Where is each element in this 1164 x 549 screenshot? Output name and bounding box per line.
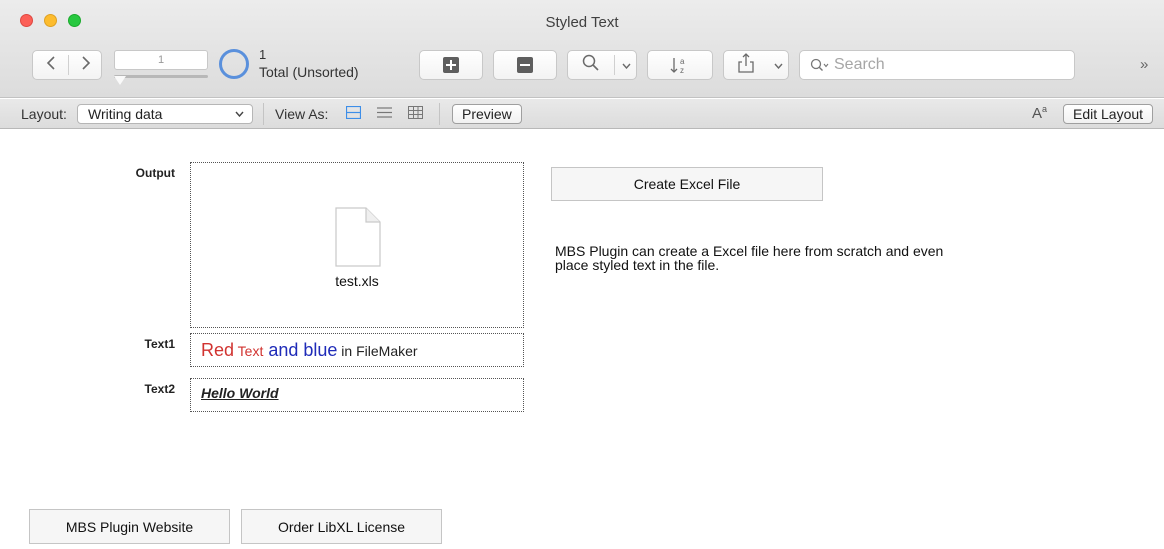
- layout-select[interactable]: Writing data: [77, 104, 253, 124]
- toolbar-overflow-button[interactable]: »: [1140, 56, 1148, 73]
- plus-square-icon: [443, 57, 459, 73]
- share-icon: [738, 52, 754, 73]
- create-excel-file-button[interactable]: Create Excel File: [551, 167, 823, 201]
- form-view-icon[interactable]: [345, 105, 362, 123]
- delete-record-button[interactable]: [493, 50, 557, 80]
- record-slider-track[interactable]: [114, 75, 208, 78]
- layout-select-value: Writing data: [88, 106, 163, 122]
- mbs-plugin-website-button[interactable]: MBS Plugin Website: [29, 509, 230, 544]
- find-button[interactable]: [568, 54, 614, 77]
- chevron-down-icon: [235, 105, 244, 123]
- svg-text:z: z: [680, 66, 684, 75]
- document-file-icon: [335, 207, 381, 267]
- search-icon: [810, 58, 829, 71]
- chevron-left-icon: [46, 55, 55, 70]
- text1-label: Text1: [144, 337, 175, 351]
- order-libxl-license-button[interactable]: Order LibXL License: [241, 509, 442, 544]
- found-status: Total (Unsorted): [259, 64, 359, 80]
- quick-find-search[interactable]: [799, 50, 1075, 80]
- chevron-down-icon: [773, 63, 783, 70]
- text1-red-run: Red: [201, 340, 235, 360]
- chevron-down-icon: [621, 63, 631, 70]
- text1-field[interactable]: Red Text and blue in FileMaker: [190, 333, 524, 367]
- window-title: Styled Text: [545, 14, 619, 31]
- magnifier-icon: [582, 54, 599, 71]
- window-titlebar: Styled Text 1 1 Total (Unsorted) a z Sea…: [0, 0, 1164, 98]
- svg-text:a: a: [680, 57, 685, 66]
- list-view-icon[interactable]: [377, 106, 392, 123]
- share-menu-button[interactable]: [766, 56, 790, 74]
- find-menu-button[interactable]: [614, 56, 638, 74]
- found-count: 1: [259, 47, 267, 62]
- sort-button[interactable]: a z: [647, 50, 713, 80]
- chevron-right-icon: [81, 55, 90, 70]
- text1-plain-run: in FileMaker: [337, 343, 418, 359]
- new-record-button[interactable]: [419, 50, 483, 80]
- search-input[interactable]: [834, 56, 1064, 74]
- next-record-button[interactable]: [68, 55, 103, 75]
- text2-label: Text2: [144, 382, 175, 396]
- edit-layout-button[interactable]: Edit Layout: [1063, 104, 1154, 124]
- text-format-icon[interactable]: Aa: [1032, 104, 1047, 122]
- text2-field[interactable]: Hello World: [190, 378, 524, 412]
- share-button[interactable]: [724, 52, 768, 78]
- description-text: MBS Plugin can create a Excel file here …: [555, 243, 944, 273]
- view-as-label: View As:: [275, 106, 329, 122]
- text1-red-small-run: Text: [234, 343, 264, 359]
- output-label: Output: [135, 166, 175, 180]
- output-file-name: test.xls: [335, 273, 379, 289]
- layout-bar: Layout: Writing data View As: Preview Aa…: [0, 99, 1164, 129]
- table-view-icon[interactable]: [408, 106, 423, 123]
- record-slider-knob[interactable]: [114, 76, 126, 85]
- record-nav-segment: [32, 50, 102, 80]
- output-container-field[interactable]: test.xls: [190, 162, 524, 328]
- share-segment: [723, 50, 789, 80]
- layout-label: Layout:: [21, 106, 67, 122]
- text1-blue-run: and blue: [263, 340, 338, 360]
- text2-value: Hello World: [201, 385, 279, 401]
- minus-square-icon: [517, 57, 533, 73]
- find-segment: [567, 50, 637, 80]
- previous-record-button[interactable]: [33, 55, 68, 75]
- current-record-field[interactable]: 1: [114, 50, 208, 70]
- sort-az-icon: a z: [670, 57, 685, 75]
- found-set-pie-icon: [219, 49, 249, 79]
- preview-button[interactable]: Preview: [452, 104, 522, 124]
